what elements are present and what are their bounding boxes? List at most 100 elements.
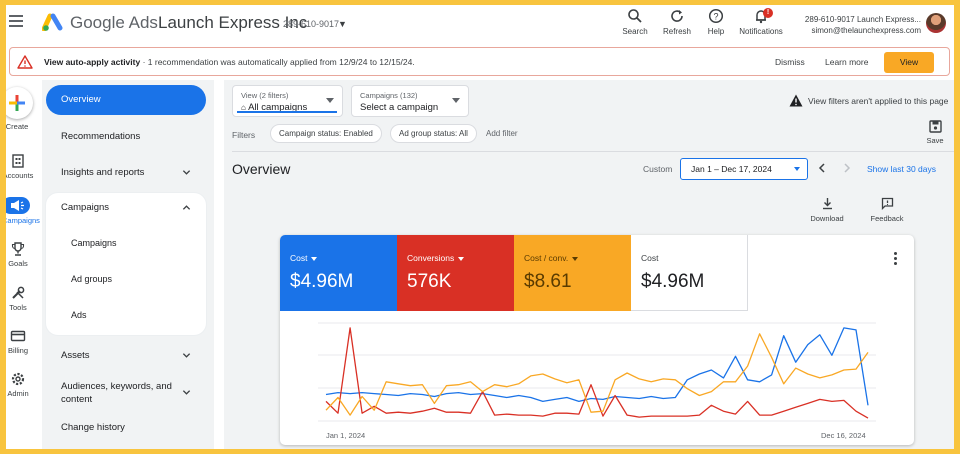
auto-apply-banner: View auto-apply activity · 1 recommendat… [9,47,950,76]
rail-campaigns[interactable]: Campaigns [6,216,40,225]
date-range-type: Custom [643,164,673,174]
rail-goals[interactable]: Goals [6,241,34,268]
performance-chart-card: Cost $4.96M Conversions 576K Cost / conv… [280,235,914,445]
line-chart [318,322,876,422]
campaign-select-label: Campaigns (132) [360,91,418,100]
user-account-line: 289-610-9017 Launch Express... [804,15,921,24]
nav-recommendations-label: Recommendations [61,131,141,142]
create-button[interactable] [6,87,33,119]
chevron-left-icon[interactable] [816,162,828,174]
nav-sub-campaigns[interactable]: Campaigns [71,238,117,248]
product-name: Google Ads [70,13,158,32]
metric-value: $8.61 [524,271,572,292]
feedback-label: Feedback [870,214,904,223]
metric-tab-cost-per-conversion[interactable]: Cost / conv. $8.61 [514,235,631,311]
trophy-icon [11,242,25,256]
caret-down-icon [326,98,334,103]
help-icon: ? [708,8,724,24]
nav-audiences[interactable]: Audiences, keywords, and content [46,380,206,406]
download-icon [822,198,832,210]
search-icon [628,9,642,23]
view-filters-note: View filters aren't applied to this page [808,96,949,106]
nav-assets-label: Assets [61,350,90,361]
refresh-icon [671,10,683,22]
rail-billing[interactable]: Billing [6,328,34,355]
user-email: simon@thelaunchexpress.com [811,26,921,35]
chevron-down-icon [182,170,191,175]
metric-value: $4.96M [290,271,354,292]
metric-tab-conversions[interactable]: Conversions 576K [397,235,514,311]
rail-campaigns-label: Campaigns [6,216,40,225]
nav-audiences-label: Audiences, keywords, and content [61,381,172,405]
nav-sub-ads[interactable]: Ads [71,310,87,320]
rail-accounts[interactable]: Accounts [6,153,34,180]
account-id: 289-610-9017 [283,19,340,29]
notification-badge: ! [763,8,773,18]
banner-title[interactable]: View auto-apply activity [44,57,140,67]
filters-label: Filters [232,130,256,140]
nav-campaigns-group [46,193,206,335]
download-label: Download [810,214,844,223]
nav-campaigns-label: Campaigns [61,202,110,213]
rail-tools[interactable]: Tools [6,285,34,312]
add-filter-button[interactable]: Add filter [486,129,518,138]
nav-overview[interactable]: Overview [46,85,206,115]
create-label: Create [6,122,29,131]
view-filter-dropdown[interactable]: View (2 filters) ⌂ All campaigns [232,85,343,117]
x-tick-end: Dec 16, 2024 [821,431,866,440]
rail-billing-label: Billing [7,346,28,355]
caret-down-icon [794,167,800,171]
nav-insights[interactable]: Insights and reports [46,167,206,178]
save-icon [928,120,942,133]
nav-change-history[interactable]: Change history [46,422,206,433]
show-last-30-days-link[interactable]: Show last 30 days [867,164,936,174]
caret-down-icon [452,98,460,103]
view-filter-label: View (2 filters) [241,91,289,100]
feedback-action[interactable]: Feedback [862,197,912,223]
more-options-icon[interactable] [894,252,898,266]
nav-recommendations[interactable]: Recommendations [46,131,206,142]
metric-name: Cost / conv. [524,253,579,263]
metric-name: Conversions [407,253,465,263]
metric-value: $4.96M [641,271,705,292]
chevron-down-icon [182,353,191,358]
view-filter-underline [237,111,337,113]
feedback-icon [881,197,893,210]
x-tick-start: Jan 1, 2024 [326,431,366,440]
chevron-right-icon[interactable] [841,162,853,174]
rail-accounts-label: Accounts [6,171,34,180]
learn-more-button[interactable]: Learn more [825,57,868,67]
account-switcher-caret[interactable]: ▼ [338,19,347,29]
accounts-icon [12,154,24,168]
nav-assets[interactable]: Assets [46,350,206,361]
rail-admin[interactable]: Admin [6,371,34,398]
metric-tab-cost[interactable]: Cost $4.96M [280,235,397,311]
save-action[interactable]: Save [921,120,949,145]
download-action[interactable]: Download [802,197,852,223]
campaign-select-value: Select a campaign [360,102,439,113]
series-line-cost [325,327,869,406]
metric-value: 576K [407,271,452,292]
avatar[interactable] [926,13,946,33]
divider [232,151,954,152]
nav-sub-ad-groups[interactable]: Ad groups [71,274,112,284]
campaign-select-dropdown[interactable]: Campaigns (132) Select a campaign [351,85,469,117]
date-range-picker[interactable]: Jan 1 – Dec 17, 2024 [680,158,808,180]
nav-campaigns[interactable]: Campaigns [46,202,206,213]
chevron-down-icon [182,390,191,395]
menu-icon[interactable] [9,15,23,27]
user-info[interactable]: 289-610-9017 Launch Express... simon@the… [786,14,921,36]
save-label: Save [926,136,944,145]
rail-goals-label: Goals [8,259,28,268]
rail-campaigns-highlight[interactable] [6,197,30,214]
warning-icon [789,94,803,107]
svg-text:?: ? [713,12,718,22]
filter-chip-ad-group-status[interactable]: Ad group status: All [390,124,477,143]
metric-name: Cost [641,253,659,263]
view-button[interactable]: View [884,52,934,73]
notifications-action[interactable]: Notifications ! [731,8,791,36]
metric-tab-cost-unselected[interactable]: Cost $4.96M [631,235,748,311]
filter-chip-campaign-status[interactable]: Campaign status: Enabled [270,124,382,143]
dismiss-button[interactable]: Dismiss [775,57,805,67]
megaphone-icon [11,200,24,211]
